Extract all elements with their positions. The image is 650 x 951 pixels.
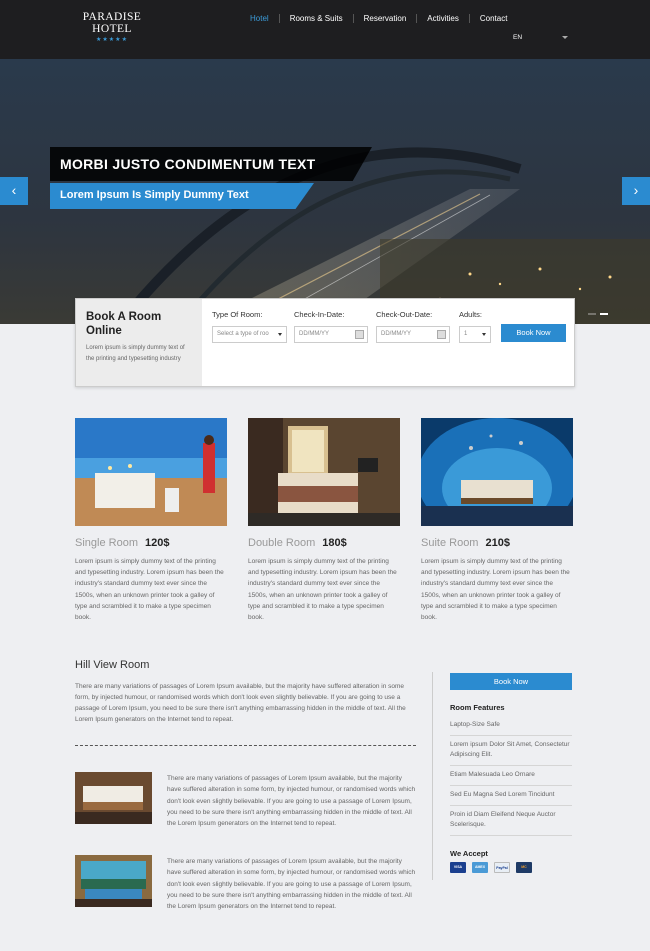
room-features-heading: Room Features bbox=[450, 703, 505, 712]
room-price: 210$ bbox=[485, 537, 510, 549]
chevron-left-icon: ‹ bbox=[11, 182, 17, 198]
language-select[interactable]: EN bbox=[508, 31, 574, 45]
room-type-label: Type Of Room: bbox=[212, 310, 263, 319]
nav-hotel[interactable]: Hotel bbox=[240, 14, 279, 23]
we-accept-heading: We Accept bbox=[450, 849, 488, 858]
room-card-single: Single Room 120$ Lorem ipsum is simply d… bbox=[75, 418, 227, 623]
chevron-right-icon: › bbox=[633, 182, 639, 198]
room-title: Double Room bbox=[248, 537, 316, 549]
site-header: PARADISE HOTEL ★★★★★ Hotel Rooms & Suits… bbox=[0, 0, 650, 59]
mastercard-icon: MC bbox=[516, 862, 532, 873]
hill-feature-item: There are many variations of passages of… bbox=[75, 772, 416, 827]
nav-reservation[interactable]: Reservation bbox=[354, 14, 417, 23]
adults-value: 1 bbox=[464, 331, 468, 337]
hero-slider: MORBI JUSTO CONDIMENTUM TEXT Lorem Ipsum… bbox=[0, 59, 650, 324]
booking-title: Book A Room Online bbox=[86, 311, 162, 337]
nav-contact[interactable]: Contact bbox=[470, 14, 518, 23]
checkin-input[interactable]: DD/MM/YY bbox=[294, 326, 368, 343]
booking-intro: Book A Room Online Lorem ipsum is simply… bbox=[76, 299, 202, 386]
section-divider bbox=[75, 745, 416, 746]
feature-text: There are many variations of passages of… bbox=[167, 858, 416, 911]
list-item: Etiam Malesuada Leo Ornare bbox=[450, 766, 572, 786]
logo-text: PARADISE HOTEL bbox=[82, 11, 142, 35]
book-now-button[interactable]: Book Now bbox=[501, 324, 566, 342]
room-price: 180$ bbox=[322, 537, 347, 549]
room-name: Suite Room 210$ bbox=[421, 537, 573, 549]
room-description: Lorem ipsum is simply dummy text of the … bbox=[248, 558, 397, 622]
booking-widget: Book A Room Online Lorem ipsum is simply… bbox=[75, 298, 575, 387]
slider-dot-active[interactable] bbox=[600, 313, 608, 315]
feature-text: There are many variations of passages of… bbox=[167, 775, 416, 828]
slider-dot[interactable] bbox=[588, 313, 596, 315]
room-card-suite: Suite Room 210$ Lorem ipsum is simply du… bbox=[421, 418, 573, 623]
payment-cards: VISA AMEX PayPal MC bbox=[450, 862, 532, 873]
chevron-down-icon bbox=[482, 333, 486, 336]
room-card-double: Double Room 180$ Lorem ipsum is simply d… bbox=[248, 418, 400, 623]
adults-label: Adults: bbox=[459, 310, 482, 319]
slider-next-button[interactable]: › bbox=[622, 177, 650, 205]
single-room-image[interactable] bbox=[75, 418, 227, 526]
nav-rooms-suits[interactable]: Rooms & Suits bbox=[280, 14, 353, 23]
suite-room-image[interactable] bbox=[421, 418, 573, 526]
double-room-image[interactable] bbox=[248, 418, 400, 526]
logo-stars: ★★★★★ bbox=[96, 37, 128, 43]
hill-view-text: There are many variations of passages of… bbox=[75, 683, 406, 723]
booking-description: Lorem ipsum is simply dummy text of the … bbox=[86, 345, 185, 362]
chevron-down-icon bbox=[562, 36, 568, 39]
list-item: Proin id Diam Eleifend Neque Auctor Scel… bbox=[450, 806, 572, 836]
feature-image[interactable] bbox=[75, 855, 152, 907]
checkout-placeholder: DD/MM/YY bbox=[381, 331, 411, 337]
room-description: Lorem ipsum is simply dummy text of the … bbox=[75, 558, 224, 622]
amex-card-icon: AMEX bbox=[472, 862, 488, 873]
room-title: Single Room bbox=[75, 537, 138, 549]
checkout-label: Check-Out-Date: bbox=[376, 310, 433, 319]
calendar-icon[interactable] bbox=[437, 330, 446, 339]
hero-title: MORBI JUSTO CONDIMENTUM TEXT bbox=[50, 147, 372, 181]
hill-feature-item: There are many variations of passages of… bbox=[75, 855, 416, 910]
logo[interactable]: PARADISE HOTEL ★★★★★ bbox=[75, 11, 149, 43]
room-description: Lorem ipsum is simply dummy text of the … bbox=[421, 558, 570, 622]
sidebar-divider bbox=[432, 672, 433, 880]
checkin-placeholder: DD/MM/YY bbox=[299, 331, 329, 337]
paypal-card-icon: PayPal bbox=[494, 862, 510, 873]
language-value: EN bbox=[513, 34, 523, 41]
calendar-icon[interactable] bbox=[355, 330, 364, 339]
slider-prev-button[interactable]: ‹ bbox=[0, 177, 28, 205]
room-name: Double Room 180$ bbox=[248, 537, 400, 549]
nav-activities[interactable]: Activities bbox=[417, 14, 469, 23]
list-item: Lorem ipsum Dolor Sit Amet, Consectetur … bbox=[450, 736, 572, 766]
room-title: Suite Room bbox=[421, 537, 479, 549]
chevron-down-icon bbox=[278, 333, 282, 336]
hero-subtitle: Lorem Ipsum Is Simply Dummy Text bbox=[50, 183, 314, 209]
list-item: Laptop-Size Safe bbox=[450, 716, 572, 736]
feature-image[interactable] bbox=[75, 772, 152, 824]
room-type-placeholder: Select a type of roo bbox=[217, 331, 269, 337]
room-name: Single Room 120$ bbox=[75, 537, 227, 549]
room-type-select[interactable]: Select a type of roo bbox=[212, 326, 287, 343]
checkout-input[interactable]: DD/MM/YY bbox=[376, 326, 450, 343]
checkin-label: Check-In-Date: bbox=[294, 310, 345, 319]
main-nav: Hotel Rooms & Suits Reservation Activiti… bbox=[240, 14, 517, 23]
visa-card-icon: VISA bbox=[450, 862, 466, 873]
hill-view-title: Hill View Room bbox=[75, 659, 150, 671]
sidebar-book-now-button[interactable]: Book Now bbox=[450, 673, 572, 690]
room-features-list: Laptop-Size Safe Lorem ipsum Dolor Sit A… bbox=[450, 716, 572, 836]
list-item: Sed Eu Magna Sed Lorem Tincidunt bbox=[450, 786, 572, 806]
slider-dots bbox=[588, 313, 608, 315]
adults-select[interactable]: 1 bbox=[459, 326, 491, 343]
room-price: 120$ bbox=[144, 537, 170, 549]
